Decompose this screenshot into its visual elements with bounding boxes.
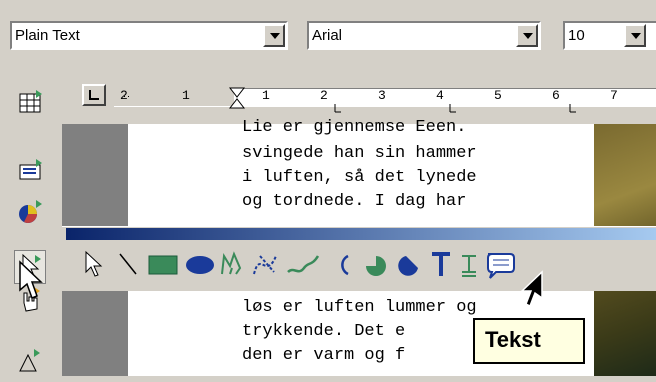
rectangle-tool-icon <box>148 255 178 275</box>
document-text-line[interactable]: i luften, så det lynede <box>242 168 477 188</box>
document-text-line[interactable]: trykkende. Det e <box>242 322 405 342</box>
indent-marker-icon[interactable] <box>228 86 246 110</box>
insert-fields-icon[interactable] <box>14 155 46 187</box>
ruler-tick-label: 5 <box>494 88 502 103</box>
ruler-tick-label: 1 <box>182 88 190 103</box>
draw-toolbar-title-bar[interactable] <box>66 228 656 240</box>
mouse-pointer-icon <box>19 260 43 299</box>
font-name-combo[interactable]: Arial <box>307 21 541 50</box>
draw-tools <box>85 250 515 279</box>
arc-tool-icon <box>341 254 349 276</box>
document-text-line[interactable]: løs er luften lummer og <box>242 298 477 318</box>
ruler-tick-label: 4 <box>436 88 444 103</box>
select-tool-icon <box>85 250 103 277</box>
font-name-value: Arial <box>312 27 343 44</box>
ruler-tick-label: 2 <box>120 88 128 103</box>
ruler-tick-label: 6 <box>552 88 560 103</box>
document-text-line[interactable]: og tordnede. I dag har <box>242 192 466 212</box>
tooltip: Tekst <box>473 318 585 364</box>
document-text-line[interactable]: Lie er gjennemse Eeen. <box>242 118 466 138</box>
paragraph-style-combo[interactable]: Plain Text <box>10 21 288 50</box>
curve-tool-icon <box>253 255 277 275</box>
insert-object-icon[interactable] <box>14 345 46 377</box>
text-tool-icon <box>432 252 450 276</box>
ruler-tick-label: 1 <box>262 88 270 103</box>
font-size-dropdown-arrow-icon[interactable] <box>624 24 646 47</box>
paragraph-style-value: Plain Text <box>15 27 80 44</box>
line-tool-icon <box>119 253 137 275</box>
ruler-tick-label: 2 <box>320 88 328 103</box>
document-text-line[interactable]: svingede han sin hammer <box>242 144 477 164</box>
insert-table-icon[interactable] <box>14 88 46 120</box>
ruler-tick-label: 7 <box>610 88 618 103</box>
ruler-tick-label: 3 <box>378 88 386 103</box>
tab-stop-selector-button[interactable] <box>82 84 106 106</box>
mouse-pointer-icon <box>520 270 543 308</box>
ellipse-tool-icon <box>186 256 214 274</box>
pie-tool-icon <box>366 256 386 276</box>
paragraph-style-dropdown-arrow-icon[interactable] <box>263 24 285 47</box>
font-size-value: 10 <box>568 27 585 44</box>
polygon-tool-icon <box>221 251 242 275</box>
freeform-line-icon <box>287 255 320 273</box>
document-text-line[interactable]: den er varm og f <box>242 346 405 366</box>
insert-chart-icon[interactable] <box>14 196 46 228</box>
font-name-dropdown-arrow-icon[interactable] <box>516 24 538 47</box>
tooltip-text: Tekst <box>485 327 541 352</box>
callout-tool-icon <box>487 253 515 279</box>
font-size-combo[interactable]: 10 <box>563 21 656 50</box>
ellipse-segment-tool-icon <box>398 256 418 276</box>
ruler-tab-stops <box>334 104 576 113</box>
vertical-text-tool-icon <box>462 255 476 277</box>
